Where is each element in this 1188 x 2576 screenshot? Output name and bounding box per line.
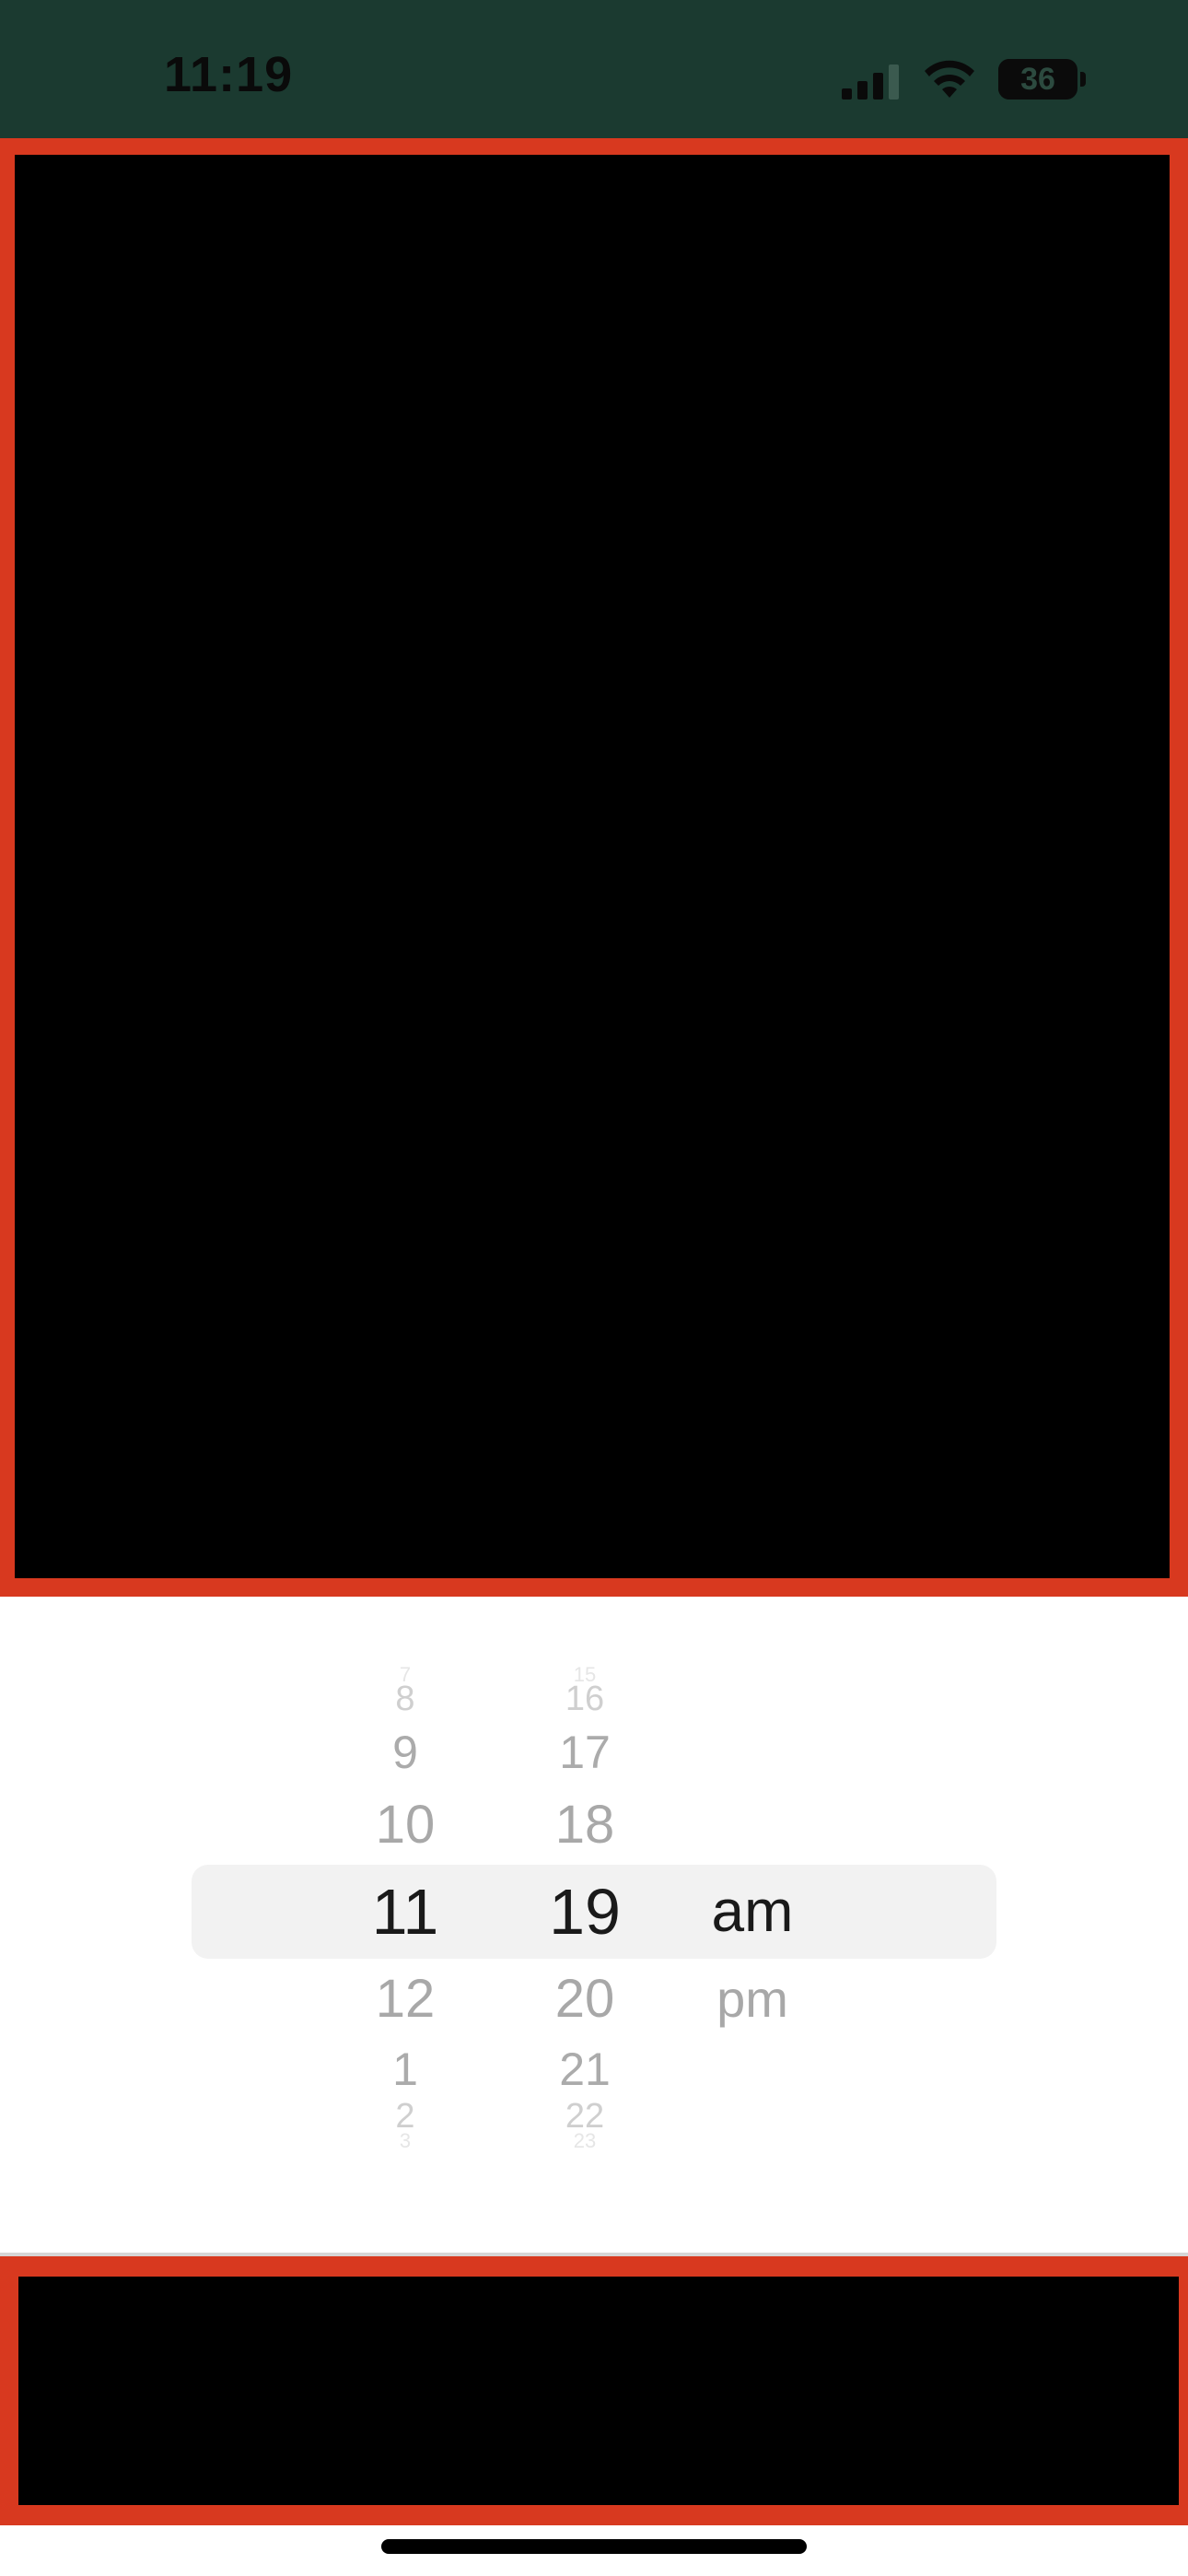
- minute-option[interactable]: 18: [516, 1794, 654, 1856]
- hour-option[interactable]: 1: [332, 2043, 479, 2096]
- hour-option[interactable]: 8: [332, 1680, 479, 1719]
- period-option-selected[interactable]: am: [681, 1877, 823, 1945]
- hour-option[interactable]: 9: [332, 1726, 479, 1779]
- minute-option-selected[interactable]: 19: [516, 1875, 654, 1949]
- battery-level: 36: [1020, 62, 1055, 97]
- hour-option[interactable]: 3: [332, 2129, 479, 2153]
- minute-option[interactable]: 17: [516, 1726, 654, 1779]
- cellular-signal-icon: [842, 64, 899, 100]
- status-bar: 11:19 36: [0, 0, 1188, 138]
- minute-option[interactable]: 21: [516, 2043, 654, 2096]
- status-time: 11:19: [164, 47, 294, 102]
- minute-option[interactable]: 23: [516, 2129, 654, 2153]
- bottom-panel: [0, 2256, 1188, 2525]
- minute-option[interactable]: 16: [516, 1680, 654, 1719]
- hour-option[interactable]: 10: [332, 1794, 479, 1856]
- preview-panel: [0, 138, 1188, 1597]
- home-indicator[interactable]: [381, 2539, 807, 2554]
- battery-cap: [1080, 72, 1086, 87]
- preview-screen[interactable]: [15, 155, 1170, 1578]
- minute-option[interactable]: 20: [516, 1968, 654, 2030]
- battery-icon: 36: [998, 59, 1077, 100]
- bottom-screen[interactable]: [18, 2277, 1179, 2505]
- wifi-icon: [925, 60, 974, 98]
- time-picker[interactable]: 7 8 9 10 11 12 1 2 3 15 16 17 18 19 20 2…: [0, 1597, 1188, 2251]
- hour-option-selected[interactable]: 11: [332, 1875, 479, 1949]
- hour-option[interactable]: 12: [332, 1968, 479, 2030]
- period-option[interactable]: pm: [681, 1969, 823, 2029]
